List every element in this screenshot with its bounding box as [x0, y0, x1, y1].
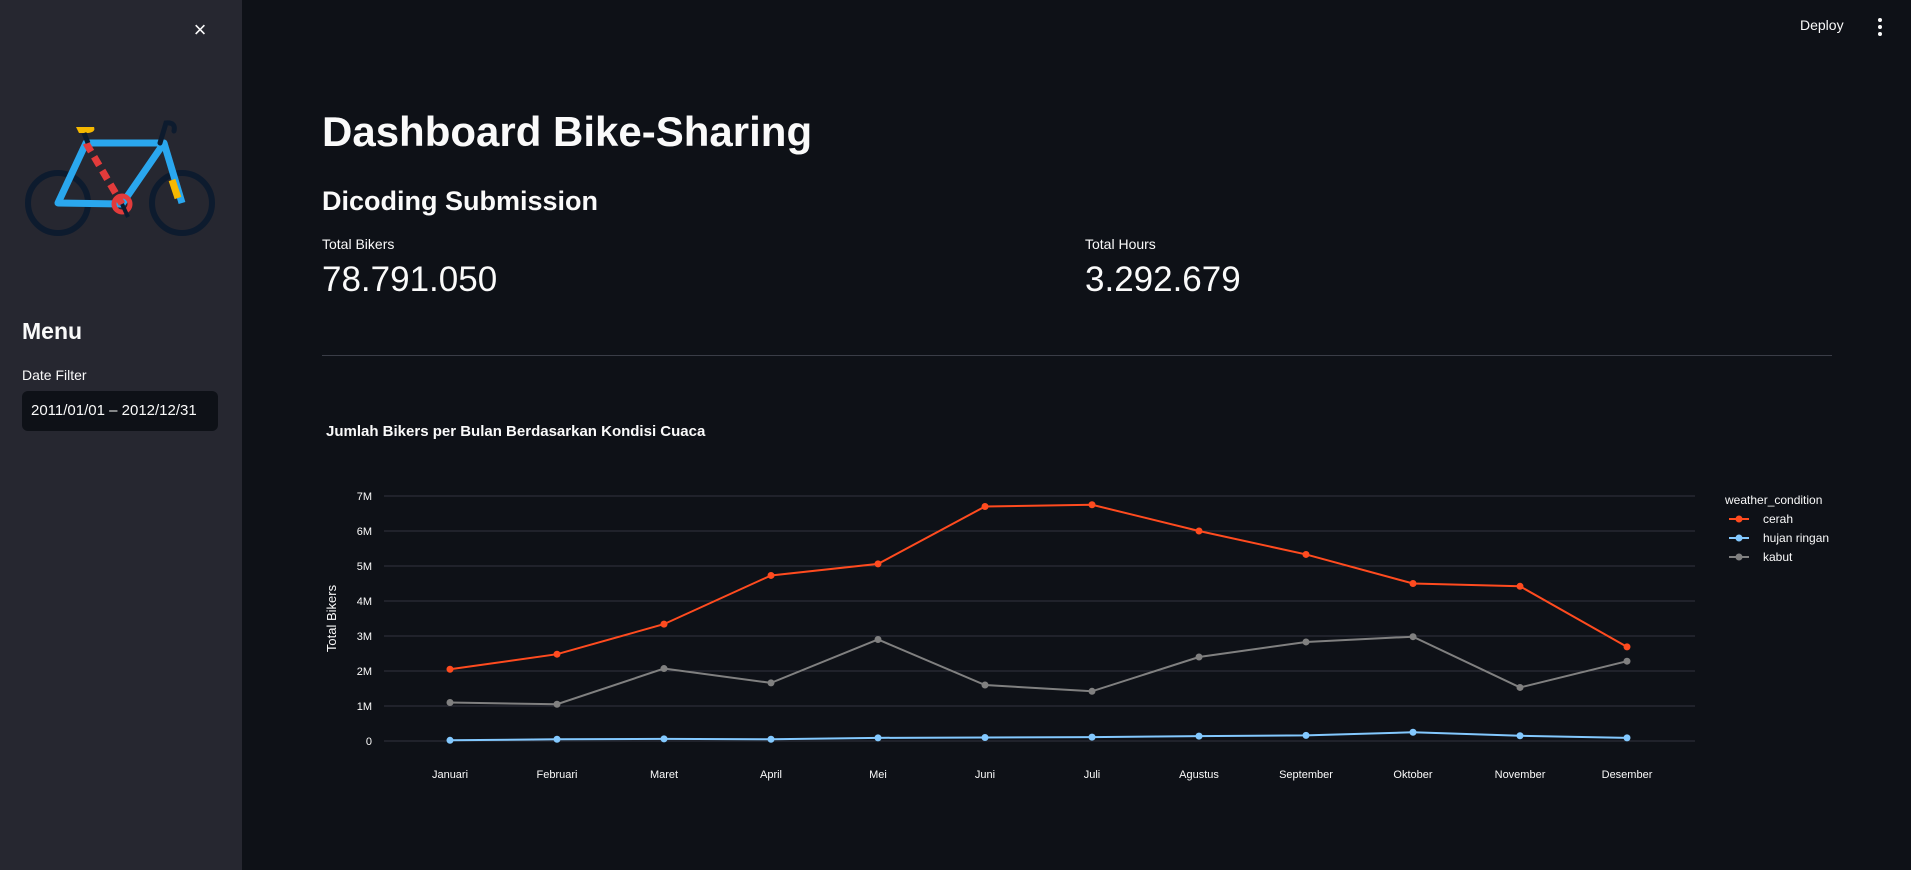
data-point	[446, 699, 454, 706]
close-icon[interactable]: ×	[188, 18, 212, 42]
data-point	[1409, 633, 1417, 641]
data-point	[1623, 734, 1631, 742]
x-tick-label: Maret	[650, 769, 678, 781]
sidebar: × Menu Date Filter 2011/01/01 – 2012/12/…	[0, 0, 242, 870]
metric-value: 78.791.050	[322, 260, 498, 299]
legend-title: weather_condition	[1724, 493, 1822, 507]
y-tick-label: 4M	[357, 596, 372, 608]
x-tick-label: November	[1495, 769, 1546, 781]
data-point	[874, 560, 882, 568]
legend-swatch-point	[1735, 534, 1743, 542]
y-tick-label: 3M	[357, 631, 372, 643]
x-tick-label: Juli	[1084, 769, 1101, 781]
kebab-menu-icon[interactable]	[1870, 15, 1890, 39]
y-tick-label: 2M	[357, 666, 372, 678]
data-point	[767, 679, 775, 687]
data-point	[1302, 638, 1310, 646]
date-filter-label: Date Filter	[22, 367, 87, 383]
data-point	[553, 650, 561, 658]
date-filter-input[interactable]: 2011/01/01 – 2012/12/31	[22, 391, 218, 431]
data-point	[1409, 580, 1417, 587]
y-axis-label: Total Bikers	[324, 584, 339, 652]
data-point	[1302, 731, 1310, 739]
data-point	[553, 735, 561, 743]
series-line-cerah	[449, 503, 1628, 671]
data-point	[1195, 732, 1203, 740]
bicycle-icon	[25, 120, 215, 236]
data-point	[1088, 733, 1096, 741]
legend-swatch-point	[1735, 553, 1743, 561]
series-line-kabut	[449, 635, 1628, 706]
y-tick-label: 7M	[357, 491, 372, 503]
x-tick-label: Mei	[869, 769, 887, 781]
y-tick-label: 0	[366, 736, 372, 748]
x-tick-label: Juni	[975, 769, 995, 781]
metric-label: Total Hours	[1085, 236, 1156, 252]
legend-label: cerah	[1763, 512, 1793, 526]
data-point	[767, 735, 775, 743]
data-point	[553, 700, 561, 708]
x-tick-label: September	[1279, 769, 1333, 781]
x-tick-label: Februari	[537, 769, 578, 781]
line-chart: 0 1M 2M 3M 4M 5M 6M 7M Total Bikers Januari Februa…	[324, 491, 1829, 781]
data-point	[1195, 653, 1203, 661]
divider	[322, 355, 1832, 356]
metric-value: 3.292.679	[1085, 260, 1241, 299]
x-tick-label: Agustus	[1179, 769, 1219, 781]
x-tick-label: Desember	[1602, 769, 1653, 781]
data-point	[1516, 732, 1524, 740]
data-point	[767, 571, 775, 579]
metric-total-bikers: Total Bikers 78.791.050	[322, 236, 497, 300]
metric-label: Total Bikers	[322, 236, 395, 252]
legend-label: kabut	[1763, 550, 1793, 564]
data-point	[1088, 687, 1096, 695]
x-tick-label: Januari	[432, 769, 468, 781]
data-point	[1516, 582, 1524, 590]
data-point	[1409, 728, 1417, 736]
y-tick-label: 1M	[357, 701, 372, 713]
data-point	[660, 620, 668, 628]
deploy-button[interactable]: Deploy	[1800, 17, 1844, 33]
data-point	[1623, 657, 1631, 665]
data-point	[1195, 527, 1203, 535]
page-subtitle: Dicoding Submission	[322, 186, 599, 216]
data-point	[874, 636, 882, 643]
metric-total-hours: Total Hours 3.292.679	[1085, 236, 1241, 300]
data-point	[981, 734, 989, 741]
legend-swatch-point	[1735, 515, 1743, 523]
y-tick-label: 6M	[357, 526, 372, 538]
data-point	[1088, 501, 1096, 509]
data-point	[446, 736, 454, 744]
menu-title: Menu	[22, 318, 83, 344]
data-point	[1623, 643, 1631, 651]
x-tick-label: April	[760, 769, 782, 781]
series-line-hujan-ringan	[449, 731, 1628, 742]
data-point	[446, 665, 454, 673]
data-point	[981, 503, 989, 510]
data-point	[874, 734, 882, 742]
data-point	[1302, 550, 1310, 558]
x-tick-label: Oktober	[1393, 769, 1432, 781]
legend-label: hujan ringan	[1763, 531, 1829, 545]
y-tick-label: 5M	[357, 561, 372, 573]
page-title: Dashboard Bike-Sharing	[322, 108, 813, 155]
data-point	[1516, 683, 1524, 691]
data-point	[981, 681, 989, 689]
chart-title: Jumlah Bikers per Bulan Berdasarkan Kond…	[326, 423, 706, 440]
data-point	[660, 665, 668, 673]
data-point	[660, 735, 668, 743]
